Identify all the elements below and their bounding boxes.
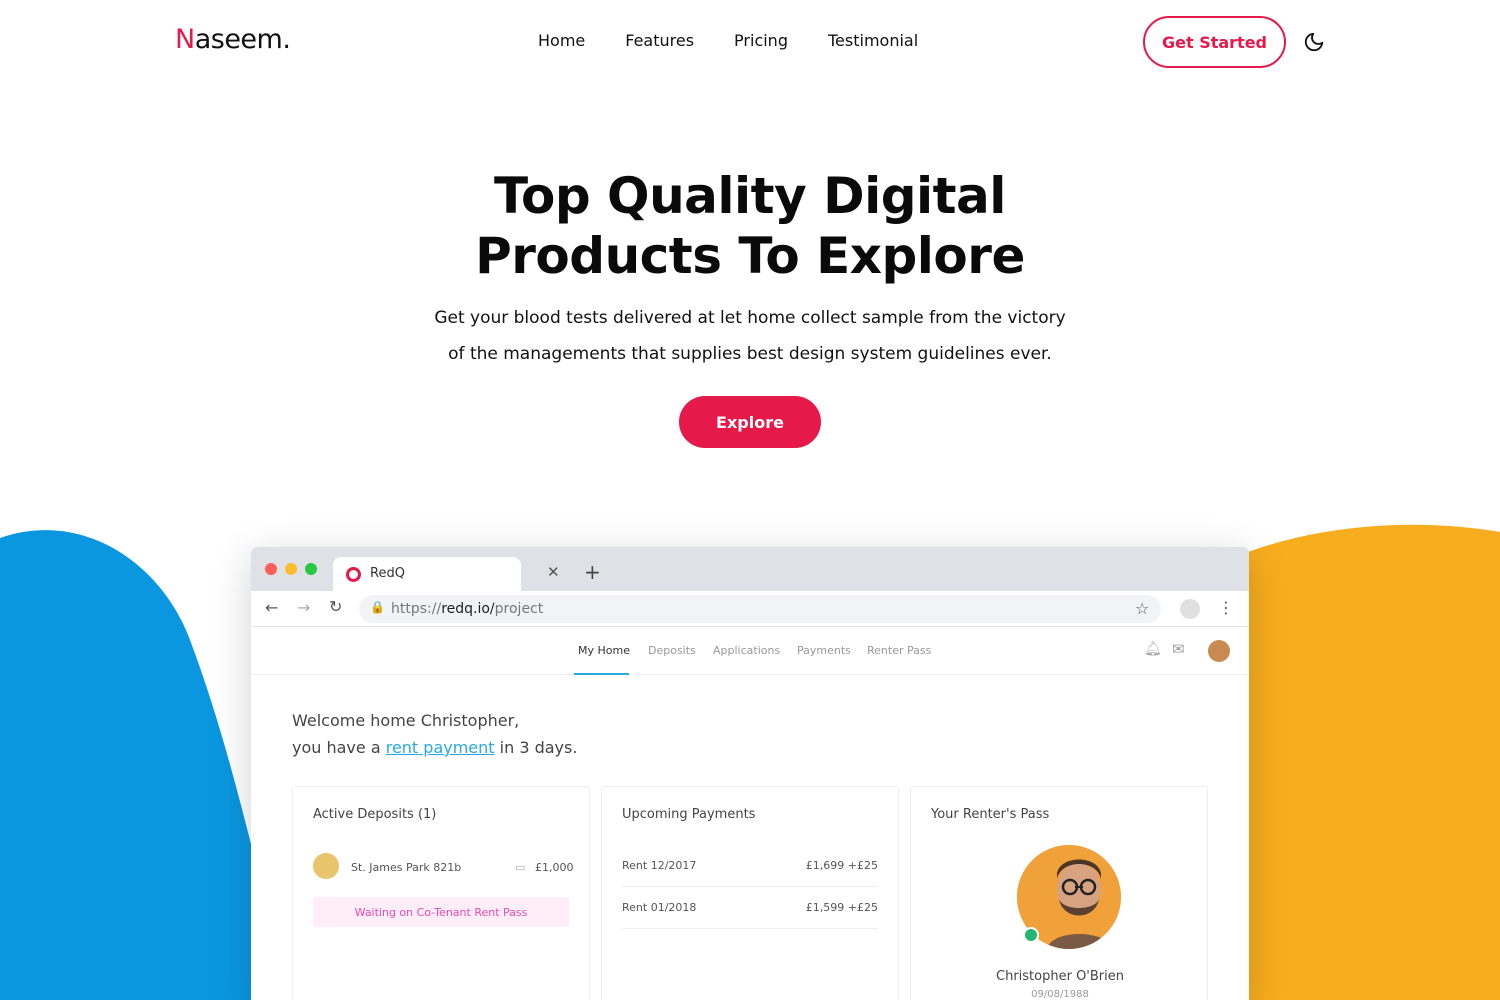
- browser-tab: RedQ: [333, 557, 521, 591]
- rent-payment-link: rent payment: [385, 738, 495, 757]
- active-deposits-card: Active Deposits (1) St. James Park 821b …: [292, 786, 590, 1000]
- mail-icon: ✉: [1172, 640, 1185, 658]
- lock-icon: 🔒: [370, 600, 385, 614]
- card-title: Upcoming Payments: [622, 807, 756, 822]
- cash-icon: ▭: [515, 861, 526, 874]
- user-avatar: [1208, 640, 1230, 662]
- url-scheme: https://: [391, 601, 442, 617]
- kebab-menu-icon: ⋮: [1218, 598, 1234, 617]
- browser-tab-bar: RedQ ✕ +: [251, 547, 1249, 591]
- redq-favicon-icon: [346, 567, 361, 582]
- active-tab-underline: [574, 673, 629, 675]
- close-tab-icon: ✕: [547, 563, 560, 581]
- get-started-button[interactable]: Get Started: [1143, 16, 1286, 68]
- nav-item-home[interactable]: Home: [538, 31, 585, 50]
- hero-title-line1: Top Quality Digital: [494, 167, 1006, 225]
- nav-item-testimonial[interactable]: Testimonial: [828, 31, 918, 50]
- logo-initial: N: [175, 24, 195, 55]
- app-tab-payments: Payments: [797, 644, 851, 657]
- blue-blob: [0, 530, 260, 1000]
- hero-subtitle: Get your blood tests delivered at let ho…: [400, 300, 1100, 372]
- forward-arrow-icon: →: [297, 598, 311, 617]
- app-tab-deposits: Deposits: [648, 644, 696, 657]
- logo-text: aseem.: [194, 24, 291, 55]
- close-window-dot: [265, 563, 277, 575]
- top-nav: Naseem. Home Features Pricing Testimonia…: [0, 0, 1500, 84]
- hero-subtitle-line2: of the managements that supplies best de…: [448, 344, 1052, 364]
- app-tab-my-home: My Home: [578, 644, 630, 657]
- card-title: Active Deposits (1): [313, 807, 437, 822]
- reload-icon: ↻: [329, 597, 343, 616]
- deposit-amount: £1,000: [535, 861, 574, 874]
- nav-item-pricing[interactable]: Pricing: [734, 31, 788, 50]
- explore-button[interactable]: Explore: [679, 396, 821, 448]
- payment-row: Rent 12/2017 £1,699 +£25: [622, 845, 878, 887]
- renter-dob: 09/08/1988: [1031, 989, 1089, 1000]
- upcoming-payments-card: Upcoming Payments Rent 12/2017 £1,699 +£…: [601, 786, 899, 1000]
- star-icon: ☆: [1135, 599, 1150, 618]
- hero-title-line2: Products To Explore: [475, 227, 1025, 285]
- property-name: St. James Park 821b: [351, 861, 462, 874]
- yellow-blob: [1240, 524, 1500, 1000]
- url-host: redq.io/: [441, 601, 495, 617]
- url-text: https://redq.io/project: [391, 601, 543, 617]
- payment-amount: £1,599 +£25: [805, 901, 878, 914]
- status-badge: Waiting on Co-Tenant Rent Pass: [313, 897, 569, 927]
- welcome-line2: you have a rent payment in 3 days.: [292, 734, 577, 761]
- welcome-line1: Welcome home Christopher,: [292, 711, 520, 730]
- renters-pass-card: Your Renter's Pass Christopher O'Brien 0…: [910, 786, 1208, 1000]
- welcome-post: in 3 days.: [494, 738, 578, 757]
- browser-tab-label: RedQ: [370, 566, 405, 581]
- moon-icon[interactable]: [1303, 31, 1325, 53]
- main-menu: Home Features Pricing Testimonial: [538, 31, 918, 50]
- app-tab-applications: Applications: [713, 644, 781, 657]
- back-arrow-icon: ←: [265, 598, 279, 617]
- logo[interactable]: Naseem.: [175, 24, 291, 55]
- url-path: project: [494, 601, 544, 617]
- minimize-window-dot: [285, 563, 297, 575]
- app-nav: My Home Deposits Applications Payments R…: [251, 627, 1249, 675]
- payment-row: Rent 01/2018 £1,599 +£25: [622, 887, 878, 929]
- property-thumbnail: [313, 853, 339, 879]
- hero-title: Top Quality Digital Products To Explore: [0, 166, 1500, 286]
- payment-label: Rent 12/2017: [622, 859, 697, 872]
- hero-subtitle-line1: Get your blood tests delivered at let ho…: [434, 308, 1066, 328]
- nav-item-features[interactable]: Features: [625, 31, 694, 50]
- card-title: Your Renter's Pass: [931, 807, 1050, 822]
- url-box: 🔒 https://redq.io/project ☆: [359, 595, 1161, 623]
- verified-check-icon: [1023, 927, 1039, 943]
- payment-amount: £1,699 +£25: [805, 859, 878, 872]
- bell-icon: 🔔︎: [1144, 641, 1162, 657]
- welcome-pre: you have a: [292, 738, 386, 757]
- browser-mockup: RedQ ✕ + ← → ↻ 🔒 https://redq.io/project…: [251, 547, 1249, 1000]
- payment-label: Rent 01/2018: [622, 901, 697, 914]
- app-tab-renter-pass: Renter Pass: [867, 644, 932, 657]
- welcome-message: Welcome home Christopher, you have a ren…: [292, 707, 577, 761]
- maximize-window-dot: [305, 563, 317, 575]
- profile-icon: [1180, 599, 1200, 619]
- new-tab-icon: +: [584, 560, 601, 584]
- address-bar: ← → ↻ 🔒 https://redq.io/project ☆ ⋮: [251, 591, 1249, 627]
- renter-name: Christopher O'Brien: [996, 969, 1124, 984]
